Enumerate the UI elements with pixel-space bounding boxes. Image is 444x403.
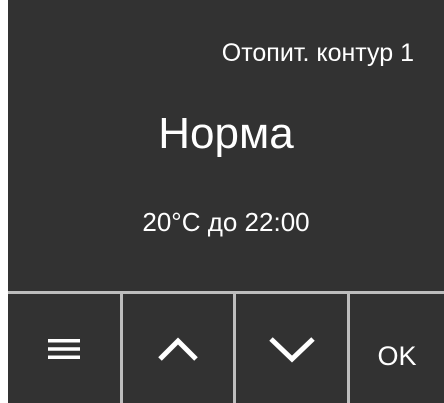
chevron-down-icon — [268, 336, 315, 362]
hamburger-menu-icon — [48, 338, 80, 359]
controller-display: Отопит. контур 1 Норма 20°C до 22:00 OK — [8, 0, 444, 403]
up-button[interactable] — [120, 294, 233, 403]
temperature-setpoint-text: 20°C до 22:00 — [142, 207, 310, 237]
chevron-up-icon — [158, 336, 198, 361]
ok-button[interactable]: OK — [347, 294, 444, 403]
down-button[interactable] — [233, 294, 347, 403]
menu-button[interactable] — [8, 294, 120, 403]
operating-mode-label: Норма — [158, 109, 294, 158]
ok-label: OK — [377, 340, 417, 371]
heating-circuit-title: Отопит. контур 1 — [221, 39, 414, 67]
navigation-button-bar: OK — [8, 291, 444, 403]
